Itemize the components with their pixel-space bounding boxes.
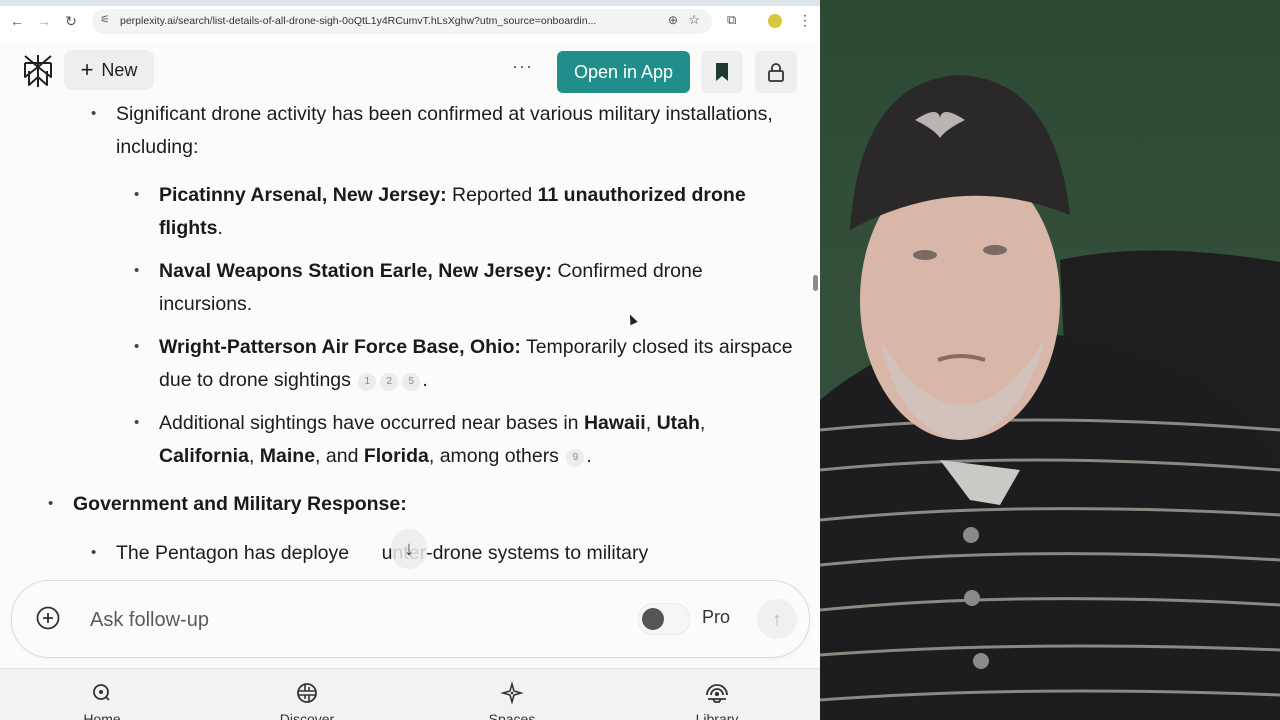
profile-avatar[interactable] <box>768 14 782 28</box>
tab-strip <box>0 0 820 6</box>
follow-up-box: Pro ↑ <box>11 580 810 658</box>
answer-content: Significant drone activity has been conf… <box>0 98 812 588</box>
section-heading-item: Government and Military Response: <box>48 488 773 521</box>
conjunction: , and <box>315 444 364 467</box>
state-name: California <box>159 444 249 467</box>
share-lock-button[interactable] <box>755 51 797 93</box>
more-options-icon[interactable]: ··· <box>512 56 533 77</box>
list-item: The Pentagon has deploye unter-drone sys… <box>91 537 776 570</box>
new-label: New <box>101 59 138 80</box>
site-name: Naval Weapons Station Earle, New Jersey: <box>159 260 553 282</box>
browser-window: ← → ↻ ⚟ perplexity.ai/search/list-detail… <box>0 0 820 720</box>
button-shape <box>963 527 979 543</box>
section-heading: Government and Military Response: <box>73 493 407 515</box>
state-name: Maine <box>259 444 316 467</box>
button-shape <box>973 653 989 669</box>
star-icon[interactable]: ☆ <box>688 12 700 28</box>
app-header: + New ··· Open in App <box>0 42 820 98</box>
home-search-icon <box>93 684 110 701</box>
globe-icon <box>297 683 317 703</box>
state-name: Utah <box>656 412 700 434</box>
forward-arrow-icon[interactable]: → <box>35 12 53 30</box>
pro-label: Pro <box>702 607 731 627</box>
tune-icon[interactable]: ⚟ <box>100 13 110 26</box>
citation-badge[interactable]: 5 <box>402 372 421 391</box>
presenter-illustration <box>820 75 1280 720</box>
citation-badge[interactable]: 2 <box>380 372 399 391</box>
follow-up-input[interactable] <box>88 603 612 637</box>
list-item-text: Significant drone activity has been conf… <box>116 103 773 158</box>
toggle-knob <box>642 608 664 630</box>
pro-toggle[interactable] <box>638 603 690 635</box>
kebab-menu-icon[interactable]: ⋮ <box>798 11 812 29</box>
list-item: Picatinny Arsenal, New Jersey: Reported … <box>134 179 799 244</box>
punctuation: , <box>248 444 260 467</box>
back-arrow-icon[interactable]: ← <box>8 12 26 30</box>
nav-item-discover[interactable]: Discover <box>257 681 357 720</box>
sparkle-icon <box>500 681 524 705</box>
bookmark-button[interactable] <box>701 51 743 93</box>
punctuation: . <box>217 216 223 239</box>
nav-label: Library <box>695 711 739 720</box>
scroll-down-button[interactable]: ↓ <box>391 529 427 569</box>
list-item-text: Reported <box>446 184 538 206</box>
open-in-app-button[interactable]: Open in App <box>557 51 690 93</box>
nav-item-home[interactable]: Home <box>52 681 152 720</box>
site-name: Wright-Patterson Air Force Base, Ohio: <box>159 336 521 358</box>
button-shape <box>964 590 980 606</box>
lock-icon <box>768 63 784 82</box>
nav-item-spaces[interactable]: Spaces <box>462 681 562 720</box>
scrollbar-thumb[interactable] <box>813 275 818 291</box>
new-thread-button[interactable]: + New <box>64 50 154 90</box>
arrow-up-icon: ↑ <box>772 608 782 629</box>
url-text[interactable]: perplexity.ai/search/list-details-of-all… <box>120 15 650 27</box>
list-item: Significant drone activity has been conf… <box>91 98 776 163</box>
bottom-nav: Home Discover Spaces Library <box>0 668 820 720</box>
perplexity-logo-icon[interactable] <box>20 53 56 89</box>
citation-badge[interactable]: 1 <box>358 372 377 391</box>
list-item-text: The Pentagon has deploye <box>116 541 350 564</box>
eye-shape <box>983 245 1007 255</box>
reload-icon[interactable]: ↻ <box>62 12 80 30</box>
eye-shape <box>913 250 937 260</box>
add-circle-icon[interactable] <box>36 606 60 630</box>
list-item-text: , among others <box>428 444 559 467</box>
plus-icon: + <box>80 57 94 82</box>
nav-label: Home <box>83 711 121 720</box>
bookmark-icon <box>716 63 728 81</box>
arrow-down-icon: ↓ <box>404 537 414 560</box>
punctuation: , <box>699 412 706 434</box>
citation-badge[interactable]: 9 <box>566 448 585 467</box>
address-bar[interactable]: ⚟ perplexity.ai/search/list-details-of-a… <box>92 9 712 34</box>
nav-label: Spaces <box>488 711 536 720</box>
zoom-icon[interactable]: ⊕ <box>668 13 678 27</box>
punctuation: , <box>645 412 657 434</box>
puzzle-icon[interactable]: ⧉ <box>727 12 736 28</box>
list-item: Naval Weapons Station Earle, New Jersey:… <box>134 255 799 320</box>
list-item: Additional sightings have occurred near … <box>134 407 799 472</box>
site-name: Picatinny Arsenal, New Jersey: <box>159 184 447 206</box>
nav-label: Discover <box>279 711 335 720</box>
list-item: Wright-Patterson Air Force Base, Ohio: T… <box>134 331 799 396</box>
webcam-feed <box>820 0 1280 720</box>
submit-button[interactable]: ↑ <box>757 599 797 639</box>
nav-item-library[interactable]: Library <box>667 681 767 720</box>
punctuation: . <box>422 368 428 391</box>
punctuation: . <box>586 444 592 467</box>
list-item-text: Additional sightings have occurred near … <box>159 412 584 434</box>
state-name: Florida <box>363 444 429 467</box>
library-icon <box>706 684 728 703</box>
state-name: Hawaii <box>583 412 646 434</box>
browser-toolbar: ← → ↻ ⚟ perplexity.ai/search/list-detail… <box>0 0 820 43</box>
